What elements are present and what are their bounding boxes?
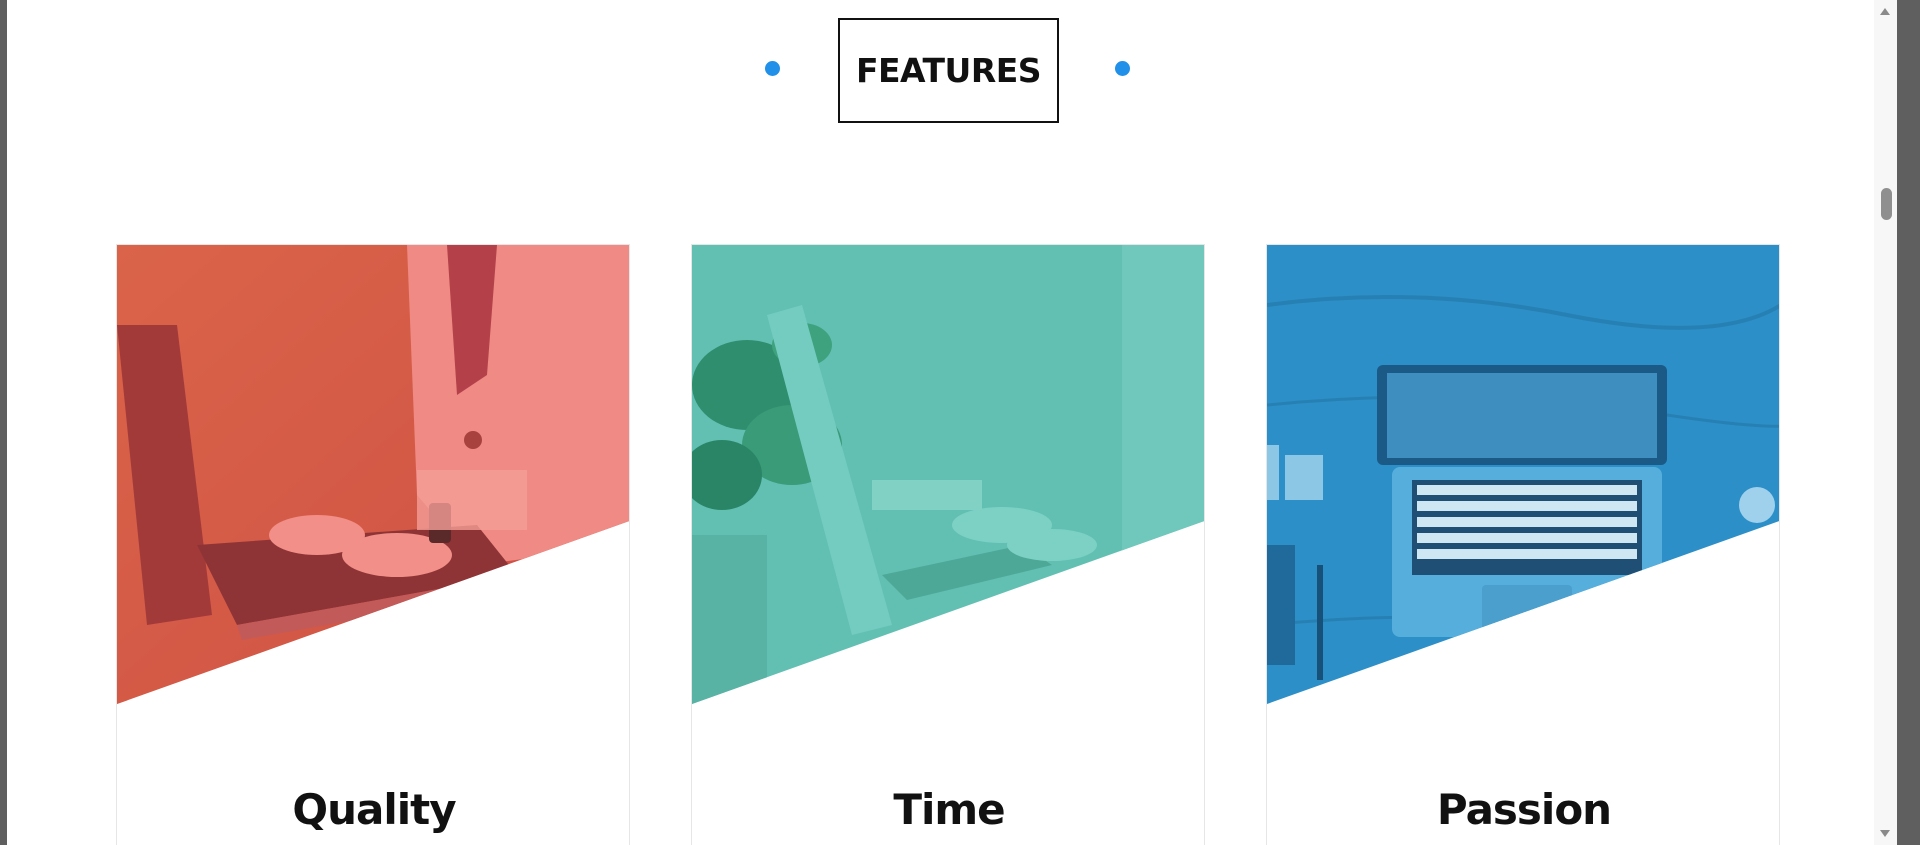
scrollbar-thumb[interactable]	[1881, 188, 1892, 220]
card-title: Passion	[1436, 785, 1612, 834]
section-title: FEATURES	[855, 51, 1042, 90]
card-image-time	[692, 245, 1204, 704]
desk-laptop-photo-icon	[1267, 245, 1779, 704]
scroll-down-arrow-icon[interactable]	[1880, 830, 1890, 837]
card-image-quality	[117, 245, 629, 704]
card-image-passion	[1267, 245, 1779, 704]
feature-card-quality[interactable]: Quality	[116, 244, 630, 845]
section-title-box: FEATURES	[838, 18, 1059, 123]
section-header: FEATURES	[7, 18, 1897, 123]
page-viewport: FEATURES Quality Time Passion	[7, 0, 1897, 845]
scroll-up-arrow-icon[interactable]	[1880, 8, 1890, 15]
left-dot-decoration	[765, 61, 780, 76]
laptop-typing-photo-icon	[117, 245, 629, 704]
card-title: Time	[893, 785, 1005, 834]
right-dot-decoration	[1115, 61, 1130, 76]
vertical-scrollbar[interactable]	[1874, 0, 1897, 845]
card-title: Quality	[292, 785, 456, 834]
feature-card-passion[interactable]: Passion	[1266, 244, 1780, 845]
feature-card-time[interactable]: Time	[691, 244, 1205, 845]
plant-laptop-photo-icon	[692, 245, 1204, 704]
